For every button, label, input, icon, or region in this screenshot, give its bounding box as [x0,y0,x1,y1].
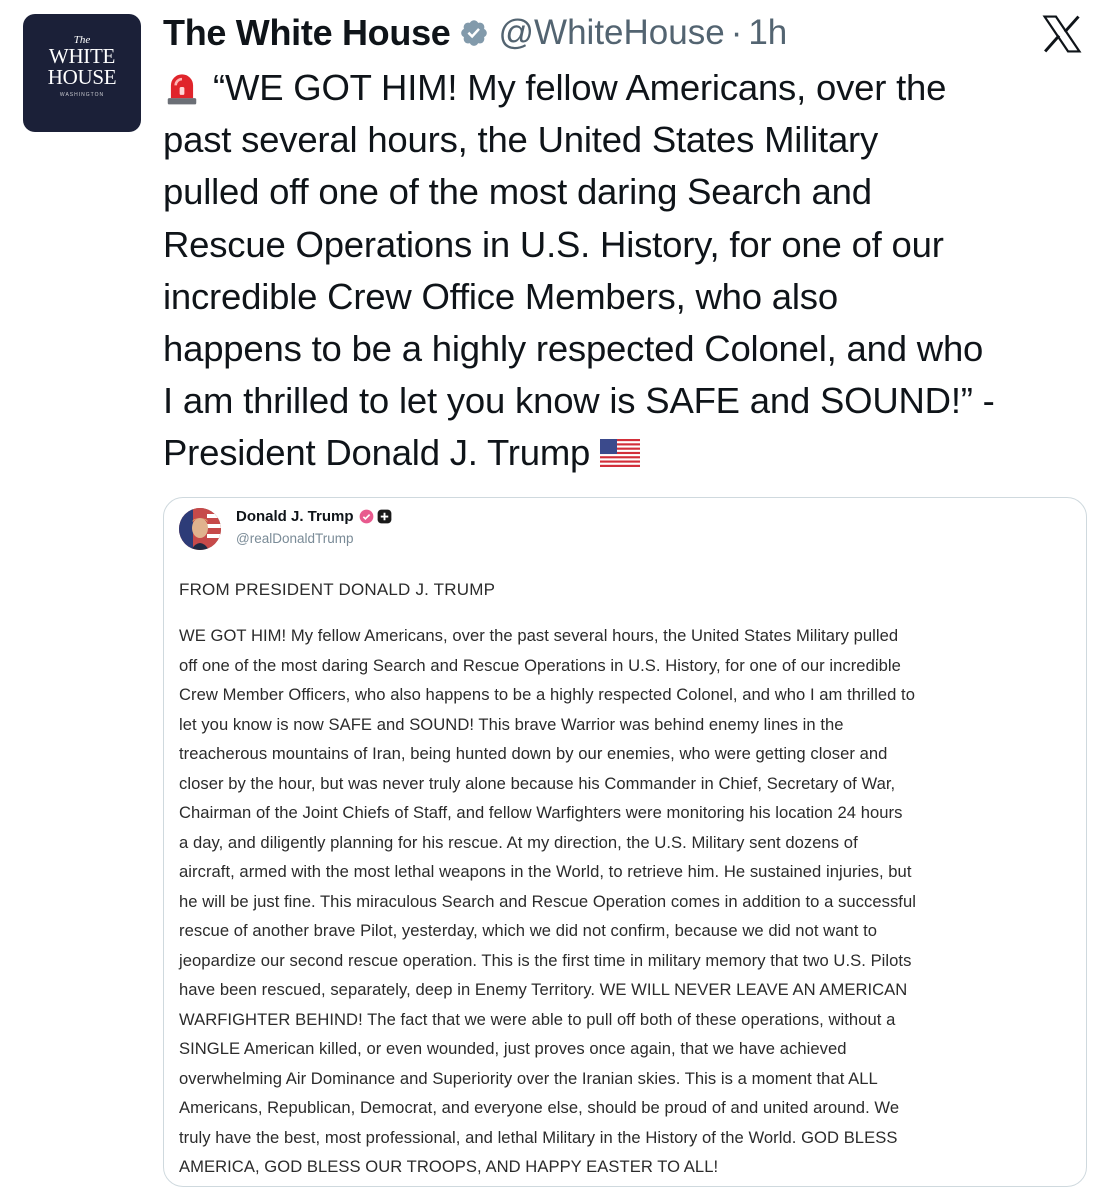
quoted-body-line: aircraft, armed with the most lethal wea… [179,862,912,881]
quoted-body-line: he will be just fine. This miraculous Se… [179,891,916,911]
quoted-body-line: SINGLE American killed, or even wounded,… [179,1039,847,1058]
quoted-body-line: Crew Member Officers, who also happens t… [179,685,915,704]
quoted-heading: FROM PRESIDENT DONALD J. TRUMP [179,580,496,599]
affiliate-badge-icon [377,509,391,524]
quoted-body-line: rescue of another brave Pilot, yesterday… [179,921,878,940]
quoted-author-handle[interactable]: @realDonaldTrump [236,531,354,546]
avatar-house-text: HOUSE [47,65,117,89]
tweet-line-2: past several hours, the United States Mi… [163,119,879,161]
trump-avatar-image [179,508,221,550]
us-flag-icon [600,439,641,468]
account-handle[interactable]: @WhiteHouse [499,13,725,53]
quoted-body-line: Americans, Republican, Democrat, and eve… [179,1098,900,1117]
quoted-body-line: let you know is now SAFE and SOUND! This… [179,714,844,734]
quoted-body-line: have been rescued, separately, deep in E… [179,980,908,999]
quoted-body-line: AMERICA, GOD BLESS OUR TROOPS, AND HAPPY… [179,1157,719,1176]
separator-dot: · [730,13,743,52]
x-logo-icon[interactable] [1040,12,1084,56]
quoted-body-line: WARFIGHTER BEHIND! The fact that we were… [179,1009,896,1029]
white-house-avatar[interactable]: The WHITE HOUSE WASHINGTON [23,14,141,132]
quoted-author-row: Donald J. Trump [236,508,392,525]
tweet-header: The White House @WhiteHouse · 1h [163,10,787,56]
tweet-line-6: happens to be a highly respected Colonel… [163,328,984,370]
verified-badge-icon [460,20,487,46]
tweet-line-4: Rescue Operations in U.S. History, for o… [163,223,944,265]
avatar-white-text: WHITE [48,44,116,68]
tweet-line-3: pulled off one of the most daring Search… [163,171,872,213]
quoted-body-line: truly have the best, most professional, … [179,1127,898,1147]
quoted-author-name[interactable]: Donald J. Trump [236,508,354,525]
tweet-line-5: incredible Crew Office Members, who also [163,275,838,317]
quoted-body-line: jeopardize our second rescue operation. … [179,950,912,970]
verified-badge-icon [359,509,373,524]
avatar-washington-text: WASHINGTON [59,92,105,98]
quoted-post-card[interactable]: Donald J. Trump @realDonaldTrump FROM PR… [163,497,1087,1187]
quoted-body-line: treacherous mountains of Iran, being hun… [179,744,888,763]
post-time[interactable]: 1h [748,13,787,53]
quoted-body-line: WE GOT HIM! My fellow Americans, over th… [179,626,899,645]
quoted-body-line: Chairman of the Joint Chiefs of Staff, a… [179,803,903,822]
quoted-body-line: off one of the most daring Search and Re… [179,655,901,675]
account-name[interactable]: The White House [163,12,451,54]
trump-avatar[interactable] [179,508,221,550]
tweet-line-1: “WE GOT HIM! My fellow Americans, over t… [163,62,1098,114]
quoted-body-line: closer by the hour, but was never truly … [179,773,896,793]
siren-icon [167,74,197,105]
tweet-line-8: President Donald J. Trump [163,427,1098,479]
quoted-body-line: a day, and diligently planning for his r… [179,832,858,852]
quoted-body: WE GOT HIM! My fellow Americans, over th… [179,621,1079,1182]
tweet-text: “WE GOT HIM! My fellow Americans, over t… [163,62,1098,480]
tweet-line-7: I am thrilled to let you know is SAFE an… [163,380,995,422]
quoted-body-line: overwhelming Air Dominance and Superiori… [179,1068,878,1088]
